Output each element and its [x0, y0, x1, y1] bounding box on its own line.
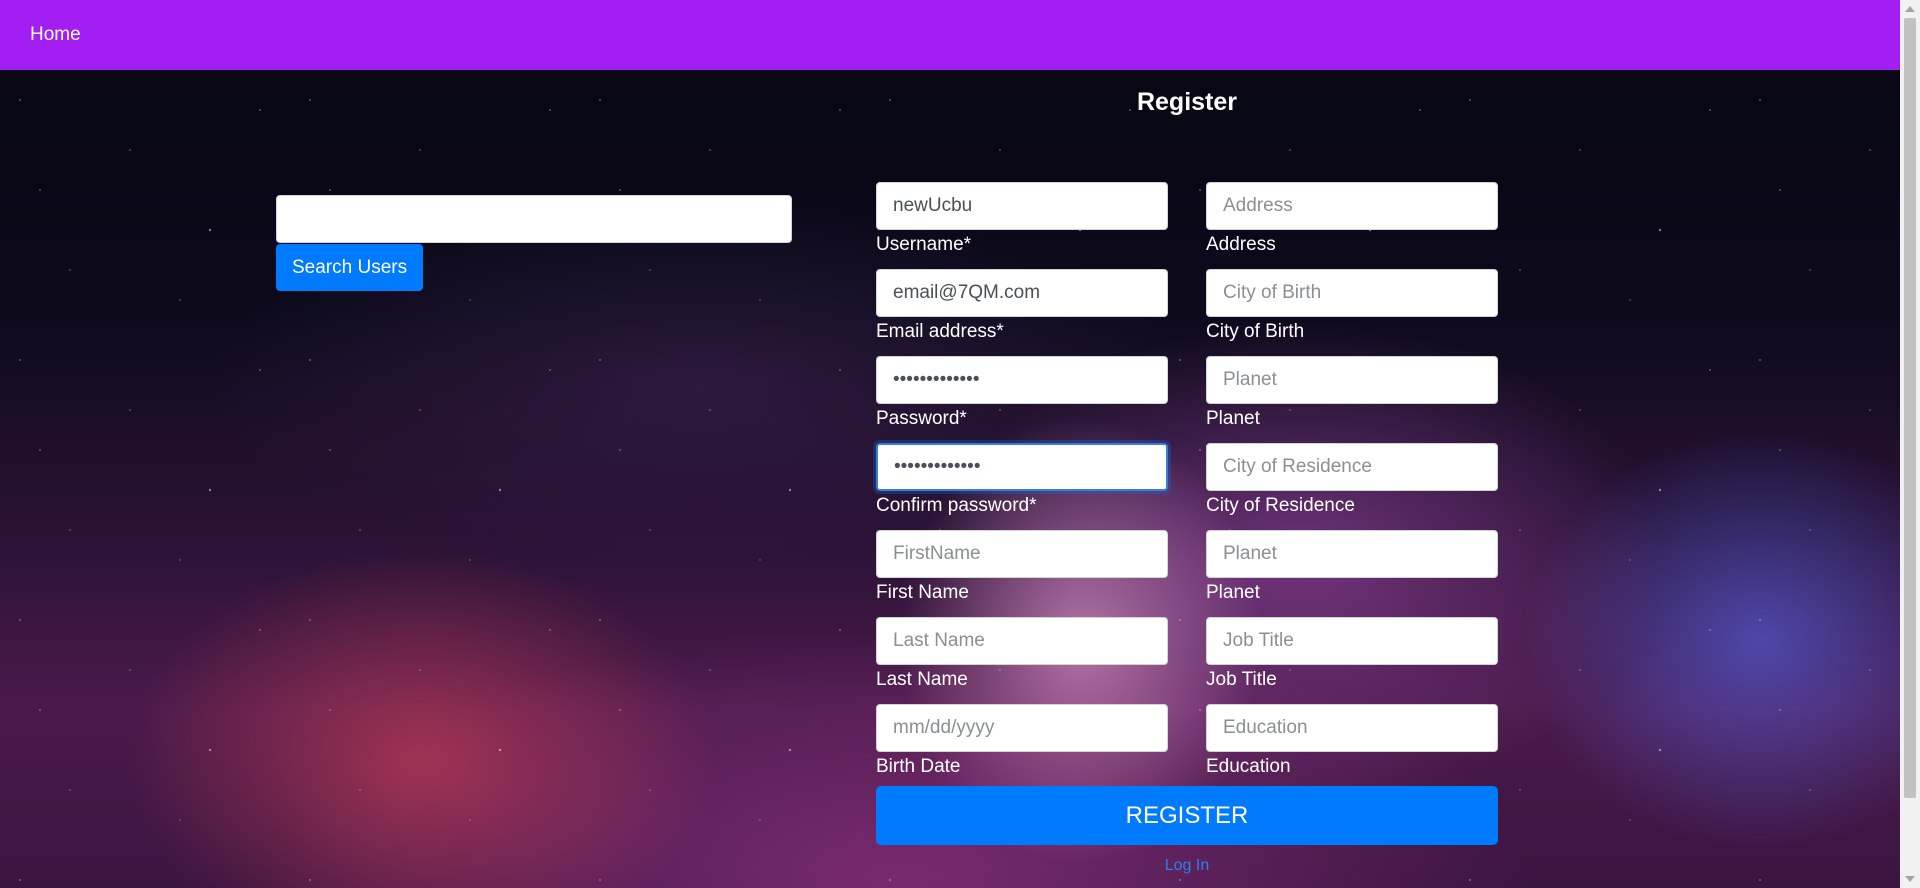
- register-button[interactable]: REGISTER: [876, 786, 1498, 845]
- residence-planet-field: Planet: [1206, 530, 1498, 612]
- education-label: Education: [1206, 756, 1291, 777]
- top-navbar: Home: [0, 0, 1900, 70]
- last-name-label: Last Name: [876, 669, 968, 690]
- scrollbar-thumb[interactable]: [1904, 18, 1916, 798]
- register-form: Register Username* Address Email address…: [876, 70, 1498, 875]
- password-field: Password*: [876, 356, 1168, 438]
- city-of-residence-field: City of Residence: [1206, 443, 1498, 525]
- scroll-up-arrow-icon[interactable]: [1905, 6, 1915, 12]
- register-fields-grid: Username* Address Email address* City of…: [876, 182, 1498, 786]
- email-input[interactable]: [876, 269, 1168, 317]
- job-title-field: Job Title: [1206, 617, 1498, 699]
- address-input[interactable]: [1206, 182, 1498, 230]
- education-input[interactable]: [1206, 704, 1498, 752]
- first-name-field: First Name: [876, 530, 1168, 612]
- confirm-password-field: Confirm password*: [876, 443, 1168, 525]
- city-of-birth-input[interactable]: [1206, 269, 1498, 317]
- city-of-birth-field: City of Birth: [1206, 269, 1498, 351]
- residence-planet-label: Planet: [1206, 582, 1260, 603]
- address-label: Address: [1206, 234, 1276, 255]
- search-users-button[interactable]: Search Users: [276, 244, 424, 291]
- confirm-password-label: Confirm password*: [876, 495, 1037, 516]
- email-field: Email address*: [876, 269, 1168, 351]
- city-of-birth-label: City of Birth: [1206, 321, 1305, 342]
- scroll-down-arrow-icon[interactable]: [1905, 876, 1915, 882]
- email-label: Email address*: [876, 321, 1004, 342]
- username-label: Username*: [876, 234, 972, 255]
- first-name-label: First Name: [876, 582, 969, 603]
- job-title-label: Job Title: [1206, 669, 1277, 690]
- address-field: Address: [1206, 182, 1498, 264]
- city-of-residence-input[interactable]: [1206, 443, 1498, 491]
- confirm-password-input[interactable]: [876, 443, 1168, 491]
- planet-field: Planet: [1206, 356, 1498, 438]
- planet-label: Planet: [1206, 408, 1260, 429]
- login-link[interactable]: Log In: [876, 857, 1498, 875]
- planet-input[interactable]: [1206, 356, 1498, 404]
- password-input[interactable]: [876, 356, 1168, 404]
- birth-date-field: Birth Date: [876, 704, 1168, 786]
- city-of-residence-label: City of Residence: [1206, 495, 1355, 516]
- username-input[interactable]: [876, 182, 1168, 230]
- user-search: Search Users: [276, 195, 792, 291]
- birth-date-input[interactable]: [876, 704, 1168, 752]
- birth-date-label: Birth Date: [876, 756, 961, 777]
- first-name-input[interactable]: [876, 530, 1168, 578]
- nav-home-link[interactable]: Home: [30, 24, 81, 46]
- residence-planet-input[interactable]: [1206, 530, 1498, 578]
- register-title: Register: [1136, 88, 1238, 116]
- search-users-input[interactable]: [276, 195, 792, 243]
- password-label: Password*: [876, 408, 967, 429]
- education-field: Education: [1206, 704, 1498, 786]
- last-name-field: Last Name: [876, 617, 1168, 699]
- job-title-input[interactable]: [1206, 617, 1498, 665]
- vertical-scrollbar[interactable]: [1900, 0, 1920, 888]
- username-field: Username*: [876, 182, 1168, 264]
- last-name-input[interactable]: [876, 617, 1168, 665]
